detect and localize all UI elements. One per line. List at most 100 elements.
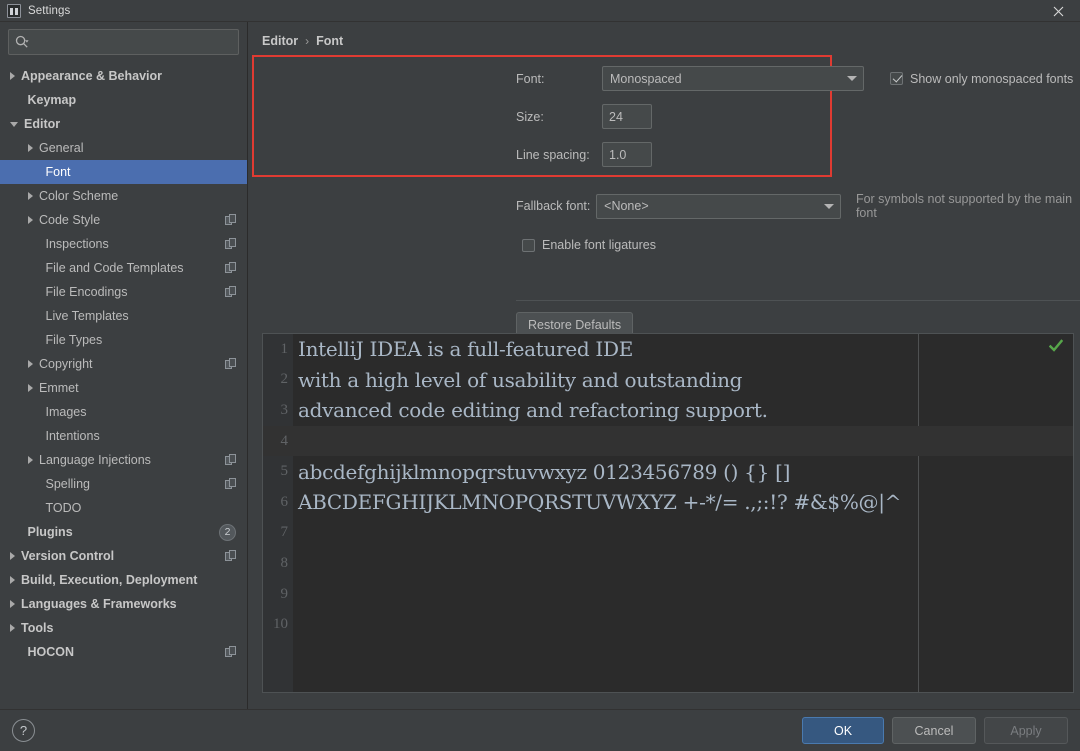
chevron-right-icon[interactable] (28, 384, 33, 392)
search-icon (15, 35, 29, 48)
sidebar-item-label: Spelling (45, 477, 90, 491)
font-size-input[interactable] (602, 104, 652, 129)
chevron-down-icon[interactable] (10, 121, 18, 127)
window-title-bar: Settings (0, 0, 1080, 22)
close-icon[interactable] (1036, 0, 1080, 22)
copy-settings-icon (225, 454, 237, 466)
sidebar-item-file-encodings[interactable]: File Encodings (0, 280, 247, 304)
sidebar-item-tools[interactable]: Tools (0, 616, 247, 640)
sidebar-item-hocon[interactable]: HOCON (0, 640, 247, 664)
sidebar-item-code-style[interactable]: Code Style (0, 208, 247, 232)
chevron-right-icon[interactable] (28, 360, 33, 368)
sidebar-item-label: Version Control (21, 549, 115, 563)
dialog-footer: ? OK Cancel Apply (0, 709, 1080, 751)
cancel-button[interactable]: Cancel (892, 717, 976, 744)
search-input[interactable] (29, 35, 232, 49)
code-line: 5 abcdefghijklmnopqrstuvwxyz 0123456789 (… (263, 456, 1073, 487)
code-line: 6 ABCDEFGHIJKLMNOPQRSTUVWXYZ +-*/= .,;:!?… (263, 487, 1073, 518)
sidebar-item-label: TODO (45, 501, 82, 515)
font-family-value: Monospaced (610, 71, 682, 86)
chevron-right-icon[interactable] (28, 144, 33, 152)
line-spacing-input[interactable] (602, 142, 652, 167)
sidebar-item-file-types[interactable]: File Types (0, 328, 247, 352)
fallback-font-dropdown[interactable]: <None> (596, 193, 841, 219)
search-box[interactable] (8, 29, 239, 55)
chevron-right-icon[interactable] (10, 600, 15, 608)
chevron-right-icon[interactable] (10, 552, 15, 560)
line-number: 6 (280, 493, 289, 510)
sidebar-item-emmet[interactable]: Emmet (0, 376, 247, 400)
checkbox-unchecked-icon (522, 238, 535, 252)
copy-settings-icon (225, 286, 237, 298)
help-button[interactable]: ? (12, 719, 35, 742)
sidebar-item-language-injections[interactable]: Language Injections (0, 448, 247, 472)
sidebar-item-label: File and Code Templates (45, 261, 184, 275)
code-line-text: abcdefghijklmnopqrstuvwxyz 0123456789 ()… (298, 459, 791, 484)
breadcrumb-parent[interactable]: Editor (262, 34, 298, 48)
sidebar-item-label: General (39, 141, 84, 155)
sidebar-item-todo[interactable]: TODO (0, 496, 247, 520)
settings-sidebar: Appearance & Behavior Keymap Editor General… (0, 22, 248, 709)
line-spacing-label: Line spacing: (516, 147, 590, 162)
code-line: 2 with a high level of usability and outs… (263, 365, 1073, 396)
sidebar-item-general[interactable]: General (0, 136, 247, 160)
line-number: 2 (280, 371, 289, 388)
sidebar-item-editor[interactable]: Editor (0, 112, 247, 136)
sidebar-item-keymap[interactable]: Keymap (0, 88, 247, 112)
chevron-right-icon[interactable] (28, 192, 33, 200)
sidebar-item-build-execution-deployment[interactable]: Build, Execution, Deployment (0, 568, 247, 592)
enable-font-ligatures-checkbox[interactable]: Enable font ligatures (522, 238, 656, 252)
sidebar-item-images[interactable]: Images (0, 400, 247, 424)
font-preview-editor[interactable]: 1 IntelliJ IDEA is a full-featured IDE 2 wi… (262, 333, 1074, 693)
sidebar-item-label: File Types (45, 333, 103, 347)
sidebar-item-label: Intentions (45, 429, 100, 443)
sidebar-item-copyright[interactable]: Copyright (0, 352, 247, 376)
sidebar-item-label: File Encodings (45, 285, 128, 299)
sidebar-item-color-scheme[interactable]: Color Scheme (0, 184, 247, 208)
line-number: 7 (280, 524, 289, 541)
sidebar-item-file-and-code-templates[interactable]: File and Code Templates (0, 256, 247, 280)
code-line-text: IntelliJ IDEA is a full-featured IDE (298, 337, 634, 362)
chevron-right-icon[interactable] (10, 624, 15, 632)
apply-button[interactable]: Apply (984, 717, 1068, 744)
chevron-right-icon[interactable] (28, 216, 33, 224)
chevron-right-icon[interactable] (10, 72, 15, 80)
sidebar-search-wrap (0, 22, 247, 61)
copy-settings-icon (225, 262, 237, 274)
font-family-dropdown[interactable]: Monospaced (602, 66, 864, 91)
code-line-text: ABCDEFGHIJKLMNOPQRSTUVWXYZ +-*/= .,;:!? … (298, 490, 902, 515)
sidebar-item-font[interactable]: Font (0, 160, 247, 184)
sidebar-item-label: Images (45, 405, 87, 419)
sidebar-item-label: Live Templates (45, 309, 129, 323)
code-line: 4 (263, 425, 1073, 457)
ok-button[interactable]: OK (802, 717, 884, 744)
sidebar-item-inspections[interactable]: Inspections (0, 232, 247, 256)
sidebar-item-spelling[interactable]: Spelling (0, 472, 247, 496)
code-line: 7 (263, 518, 1073, 549)
sidebar-item-plugins[interactable]: Plugins 2 (0, 520, 247, 544)
sidebar-item-intentions[interactable]: Intentions (0, 424, 247, 448)
fallback-font-value: <None> (604, 199, 649, 213)
copy-settings-icon (225, 214, 237, 226)
sidebar-item-live-templates[interactable]: Live Templates (0, 304, 247, 328)
breadcrumb-separator: › (305, 34, 310, 48)
chevron-down-icon (818, 203, 840, 209)
sidebar-item-label: Languages & Frameworks (21, 597, 177, 611)
sidebar-item-version-control[interactable]: Version Control (0, 544, 247, 568)
intellij-idea-icon (7, 3, 21, 18)
sidebar-item-languages-frameworks[interactable]: Languages & Frameworks (0, 592, 247, 616)
enable-font-ligatures-label: Enable font ligatures (542, 238, 656, 252)
sidebar-item-appearance-behavior[interactable]: Appearance & Behavior (0, 64, 247, 88)
plugins-update-badge: 2 (219, 523, 236, 541)
fallback-font-hint: For symbols not supported by the main fo… (855, 192, 1073, 220)
chevron-right-icon[interactable] (10, 576, 15, 584)
show-only-monospaced-checkbox[interactable]: Show only monospaced fonts (890, 72, 1073, 86)
copy-settings-icon (225, 646, 237, 658)
chevron-right-icon[interactable] (28, 456, 33, 464)
show-only-monospaced-label: Show only monospaced fonts (910, 71, 1074, 86)
